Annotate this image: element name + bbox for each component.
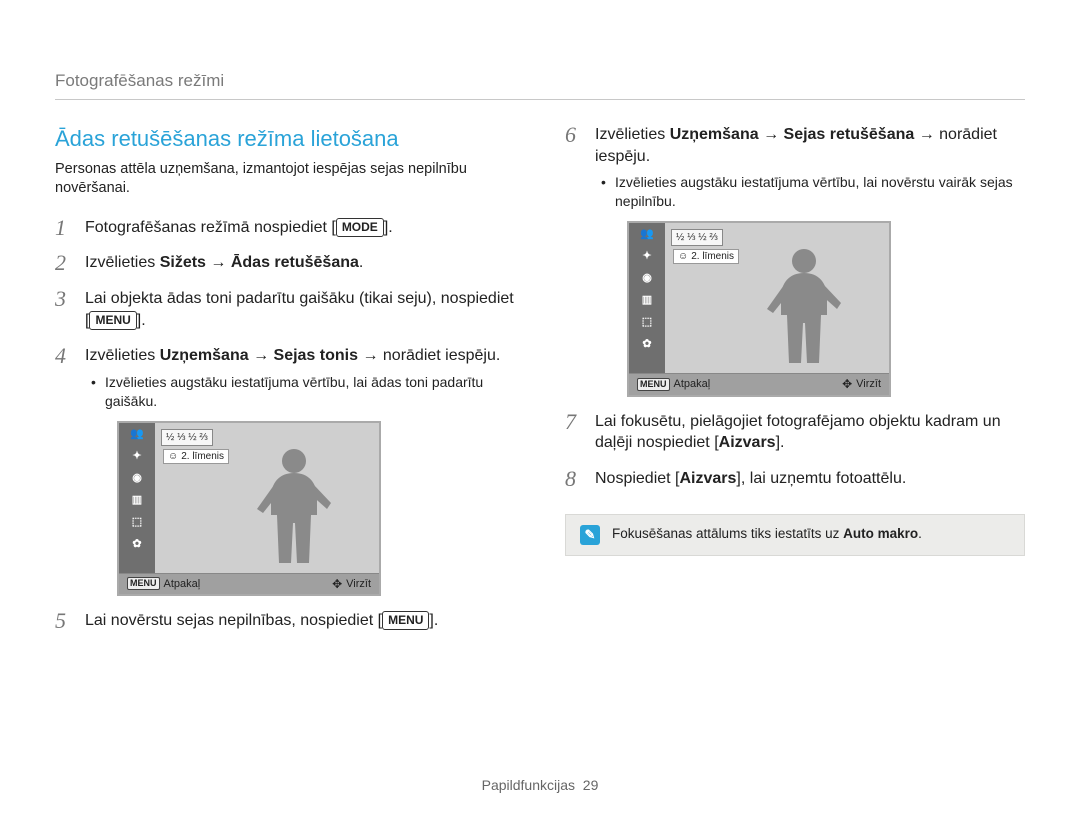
camera-bottom-bar: MENU Atpakaļ ✥ Virzīt <box>119 573 379 595</box>
exposure-level-bar: ½ ⅓ ½ ⅔ <box>671 229 723 247</box>
person-silhouette-icon <box>249 443 339 573</box>
right-column: Izvēlieties Uzņemšana → Sejas retušēšana… <box>565 124 1025 646</box>
left-column: Ādas retušēšanas režīma lietošana Person… <box>55 124 515 646</box>
flower-icon: ✿ <box>635 336 659 352</box>
level-label: ☺2. līmenis <box>673 249 739 265</box>
page-number: 29 <box>583 777 599 793</box>
footer: Papildfunkcijas 29 <box>0 776 1080 795</box>
mode-icon: 👥 <box>635 226 659 242</box>
step-3: Lai objekta ādas toni padarītu gaišāku (… <box>55 288 515 331</box>
back-label: Atpakaļ <box>164 577 201 592</box>
move-label: Virzīt <box>346 577 371 592</box>
camera-preview: ½ ⅓ ½ ⅔ ☺2. līmenis <box>155 423 379 573</box>
content-columns: Ādas retušēšanas režīma lietošana Person… <box>55 124 1025 646</box>
camera-screenshot: 👥 ✦ ◉ ▥ ⬚ ✿ ½ ⅓ ½ ⅔ ☺2. līmenis <box>117 421 381 597</box>
grid-icon: ▥ <box>125 492 149 508</box>
target-icon: ◉ <box>635 270 659 286</box>
sparkle-icon: ✦ <box>635 248 659 264</box>
camera-bottom-bar: MENU Atpakaļ ✥ Virzīt <box>629 373 889 395</box>
camera-icon-strip: 👥 ✦ ◉ ▥ ⬚ ✿ <box>629 223 665 373</box>
step-7: Lai fokusētu, pielāgojiet fotografējamo … <box>565 411 1025 454</box>
camera-icon-strip: 👥 ✦ ◉ ▥ ⬚ ✿ <box>119 423 155 573</box>
note-text: Fokusēšanas attālums tiks iestatīts uz A… <box>612 525 922 543</box>
menu-chip-icon: MENU <box>637 378 670 391</box>
footer-label: Papildfunkcijas <box>482 777 575 793</box>
dpad-icon: ✥ <box>332 578 342 590</box>
step-5: Lai novērstu sejas nepilnības, nospiedie… <box>55 610 515 632</box>
step-8: Nospiediet [Aizvars], lai uzņemtu fotoat… <box>565 468 1025 490</box>
frame-icon: ⬚ <box>125 514 149 530</box>
step-6: Izvēlieties Uzņemšana → Sejas retušēšana… <box>565 124 1025 397</box>
steps-list-left: Fotografēšanas režīmā nospiediet [MODE].… <box>55 217 515 632</box>
step-1: Fotografēšanas režīmā nospiediet [MODE]. <box>55 217 515 239</box>
menu-chip-icon: MENU <box>127 577 160 590</box>
flower-icon: ✿ <box>125 536 149 552</box>
section-title: Ādas retušēšanas režīma lietošana <box>55 124 515 154</box>
camera-preview: ½ ⅓ ½ ⅔ ☺2. līmenis <box>665 223 889 373</box>
person-silhouette-icon <box>759 243 849 373</box>
sparkle-icon: ✦ <box>125 448 149 464</box>
note-box: ✎ Fokusēšanas attālums tiks iestatīts uz… <box>565 514 1025 556</box>
mode-icon: 👥 <box>125 426 149 442</box>
step-4-sub: Izvēlieties augstāku iestatījuma vērtību… <box>85 373 515 411</box>
back-label: Atpakaļ <box>674 377 711 392</box>
dpad-icon: ✥ <box>842 378 852 390</box>
grid-icon: ▥ <box>635 292 659 308</box>
info-icon: ✎ <box>580 525 600 545</box>
intro-text: Personas attēla uzņemšana, izmantojot ie… <box>55 160 515 199</box>
menu-button-label: MENU <box>89 311 136 330</box>
steps-list-right: Izvēlieties Uzņemšana → Sejas retušēšana… <box>565 124 1025 490</box>
frame-icon: ⬚ <box>635 314 659 330</box>
exposure-level-bar: ½ ⅓ ½ ⅔ <box>161 429 213 447</box>
step-2: Izvēlieties Sižets → Ādas retušēšana. <box>55 252 515 274</box>
target-icon: ◉ <box>125 470 149 486</box>
move-label: Virzīt <box>856 377 881 392</box>
camera-screenshot: 👥 ✦ ◉ ▥ ⬚ ✿ ½ ⅓ ½ ⅔ ☺2. līmenis <box>627 221 891 397</box>
breadcrumb: Fotografēšanas režīmi <box>55 70 1025 100</box>
step-6-sub: Izvēlieties augstāku iestatījuma vērtību… <box>595 173 1025 211</box>
level-label: ☺2. līmenis <box>163 449 229 465</box>
mode-button-label: MODE <box>336 218 384 237</box>
exposure-icons: ½ ⅓ ½ ⅔ <box>166 431 208 445</box>
exposure-icons: ½ ⅓ ½ ⅔ <box>676 231 718 245</box>
menu-button-label: MENU <box>382 611 429 630</box>
step-4: Izvēlieties Uzņemšana → Sejas tonis → no… <box>55 345 515 596</box>
